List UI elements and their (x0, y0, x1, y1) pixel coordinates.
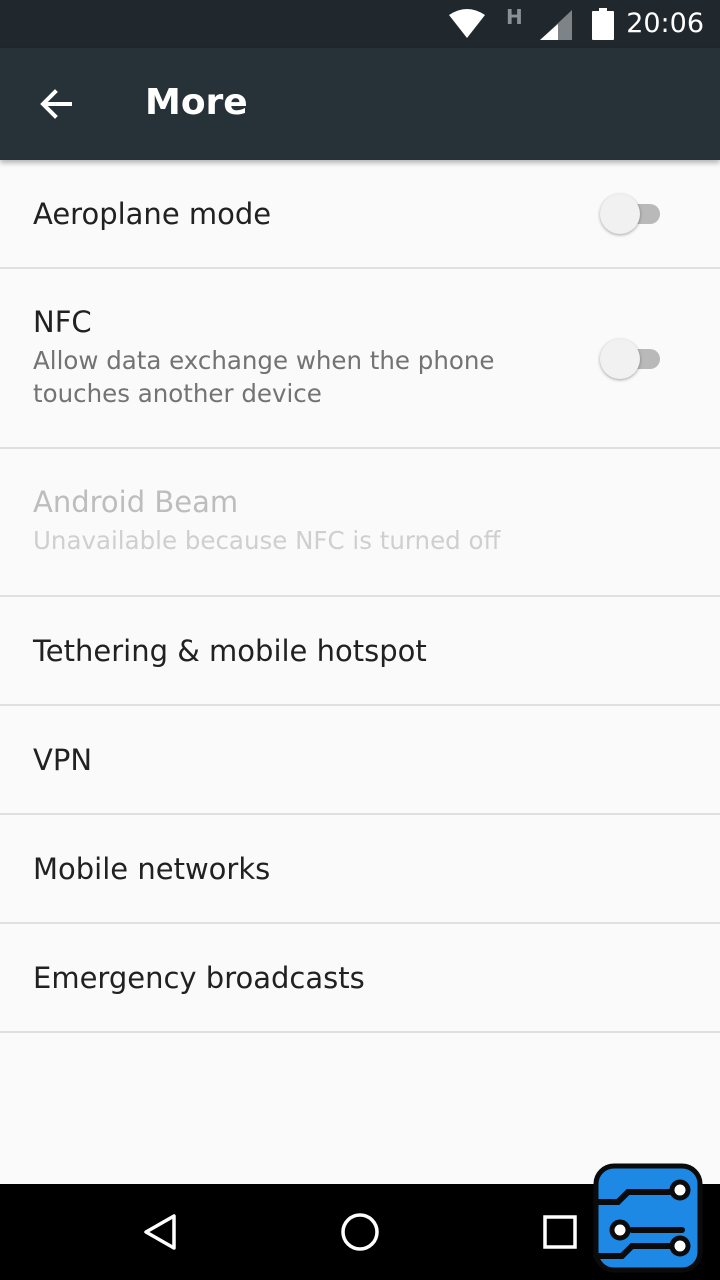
aeroplane-mode-switch[interactable] (600, 194, 666, 234)
nav-home-button[interactable] (336, 1208, 384, 1256)
android-beam-row: Android Beam Unavailable because NFC is … (0, 449, 720, 597)
back-button[interactable] (20, 68, 92, 140)
circuit-logo-icon (593, 1163, 703, 1273)
network-type-label: H (506, 5, 523, 29)
nav-recents-button[interactable] (536, 1208, 584, 1256)
settings-list: Aeroplane mode NFC Allow data exchange w… (0, 160, 720, 1033)
nfc-switch[interactable] (600, 339, 666, 379)
nfc-subtitle-line1: Allow data exchange when the phone (33, 346, 495, 375)
app-bar: More (0, 48, 720, 160)
vpn-row[interactable]: VPN (0, 706, 720, 815)
nav-back-icon (144, 1214, 176, 1250)
tethering-title: Tethering & mobile hotspot (33, 634, 427, 668)
wifi-icon (449, 9, 485, 38)
android-beam-title: Android Beam (33, 485, 239, 519)
aeroplane-mode-row[interactable]: Aeroplane mode (0, 160, 720, 269)
emergency-broadcasts-row[interactable]: Emergency broadcasts (0, 924, 720, 1033)
mobile-networks-row[interactable]: Mobile networks (0, 815, 720, 924)
nav-recents-icon (543, 1215, 577, 1249)
status-bar: H 20:06 (0, 0, 720, 48)
nfc-title: NFC (33, 305, 92, 339)
nav-home-icon (341, 1213, 379, 1251)
android-beam-subtitle: Unavailable because NFC is turned off (33, 526, 501, 555)
switch-thumb (600, 194, 640, 234)
nfc-row[interactable]: NFC Allow data exchange when the phone t… (0, 269, 720, 449)
nav-back-button[interactable] (136, 1208, 184, 1256)
page-title: More (145, 82, 248, 123)
switch-thumb (600, 339, 640, 379)
emergency-broadcasts-title: Emergency broadcasts (33, 961, 365, 995)
tethering-row[interactable]: Tethering & mobile hotspot (0, 597, 720, 706)
battery-icon (592, 8, 614, 40)
mobile-networks-title: Mobile networks (33, 852, 271, 886)
signal-icon (540, 10, 572, 40)
status-time: 20:06 (626, 8, 704, 39)
arrow-left-icon (40, 89, 72, 119)
nfc-subtitle-line2: touches another device (33, 379, 322, 408)
aeroplane-mode-title: Aeroplane mode (33, 197, 272, 231)
vpn-title: VPN (33, 743, 93, 777)
